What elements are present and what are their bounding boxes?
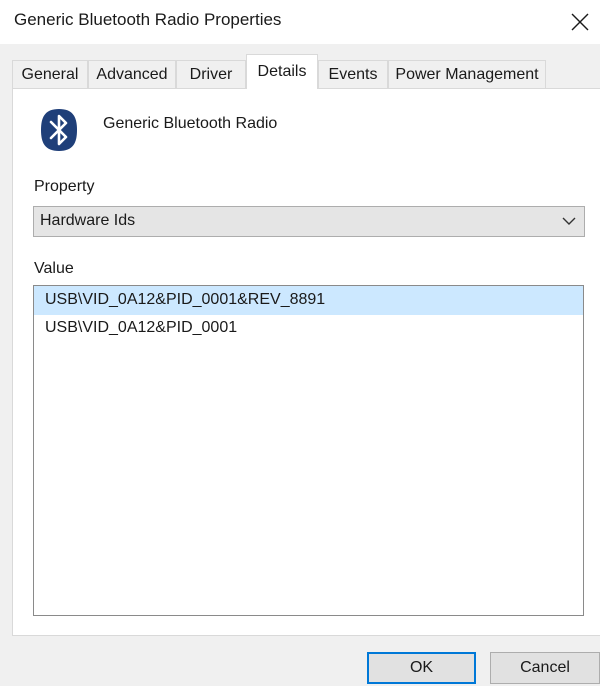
tab-advanced[interactable]: Advanced bbox=[88, 60, 176, 88]
list-item[interactable]: USB\VID_0A12&PID_0001 bbox=[34, 314, 583, 343]
tab-events[interactable]: Events bbox=[318, 60, 388, 88]
ok-button[interactable]: OK bbox=[367, 652, 476, 684]
tab-power-management[interactable]: Power Management bbox=[388, 60, 546, 88]
list-item[interactable]: USB\VID_0A12&PID_0001&REV_8891 bbox=[34, 286, 583, 315]
device-name: Generic Bluetooth Radio bbox=[103, 115, 278, 132]
close-icon bbox=[571, 13, 589, 31]
window-title: Generic Bluetooth Radio Properties bbox=[14, 10, 282, 29]
tab-general[interactable]: General bbox=[12, 60, 88, 88]
bluetooth-icon bbox=[41, 109, 77, 151]
title-bar: Generic Bluetooth Radio Properties bbox=[0, 0, 600, 44]
property-selected-value: Hardware Ids bbox=[40, 212, 136, 229]
cancel-button[interactable]: Cancel bbox=[490, 652, 600, 684]
value-label: Value bbox=[34, 260, 74, 277]
tab-details[interactable]: Details bbox=[246, 54, 318, 89]
close-button[interactable] bbox=[560, 0, 600, 44]
value-list[interactable]: USB\VID_0A12&PID_0001&REV_8891 USB\VID_0… bbox=[33, 285, 584, 616]
chevron-down-icon bbox=[562, 217, 576, 225]
property-dropdown[interactable]: Hardware Ids bbox=[33, 206, 585, 237]
properties-dialog: Generic Bluetooth Radio Properties Gener… bbox=[0, 0, 600, 686]
property-label: Property bbox=[34, 178, 95, 195]
details-panel: Generic Bluetooth Radio Property Hardwar… bbox=[12, 88, 600, 636]
tab-driver[interactable]: Driver bbox=[176, 60, 246, 88]
